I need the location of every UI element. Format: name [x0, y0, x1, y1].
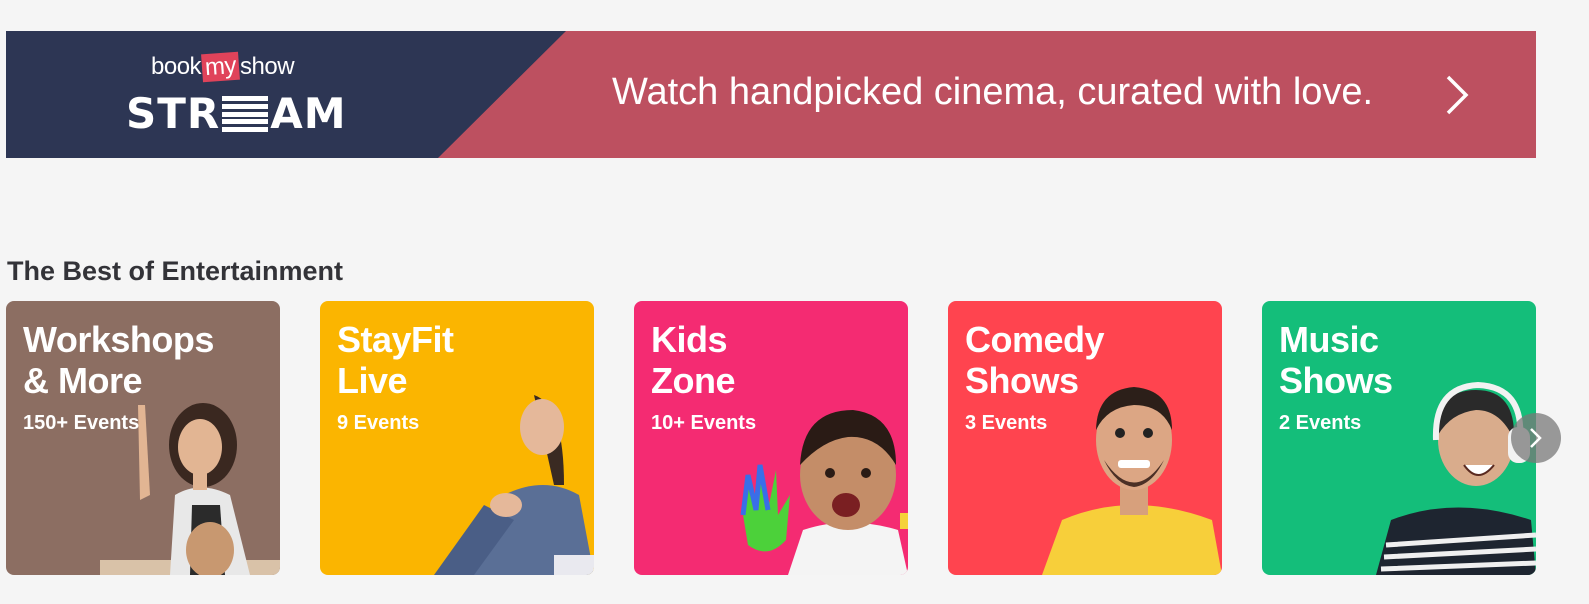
- card-workshops[interactable]: Workshops & More 150+ Events: [6, 301, 280, 575]
- chevron-right-icon[interactable]: [1438, 75, 1474, 115]
- striped-e-glyph: [222, 96, 269, 132]
- stream-promo-banner[interactable]: book my show STR AM Watch handpicked cinem…: [6, 31, 1536, 158]
- banner-tagline: Watch handpicked cinema, curated with lo…: [612, 71, 1374, 113]
- music-listener-image: [1376, 381, 1536, 575]
- carousel-next-button[interactable]: [1511, 413, 1561, 463]
- bookmyshow-stream-logo: book my show STR AM: [126, 51, 346, 146]
- card-event-count: 3 Events: [965, 412, 1048, 434]
- chevron-right-icon: [1530, 428, 1542, 448]
- card-comedy-shows[interactable]: Comedy Shows 3 Events: [948, 301, 1222, 575]
- bookmyshow-wordmark: book my show: [151, 51, 295, 83]
- card-kids-zone[interactable]: Kids Zone 10+ Events: [634, 301, 908, 575]
- card-event-count: 9 Events: [337, 412, 420, 434]
- card-music-shows[interactable]: Music Shows 2 Events: [1262, 301, 1536, 575]
- stream-wordmark: STR AM: [126, 89, 347, 138]
- workshop-person-image: [100, 403, 280, 575]
- fitness-person-image: [434, 395, 594, 575]
- section-title: The Best of Entertainment: [7, 256, 344, 286]
- comedian-image: [1042, 387, 1222, 575]
- card-stayfit[interactable]: StayFit Live 9 Events: [320, 301, 594, 575]
- card-event-count: 2 Events: [1279, 412, 1362, 434]
- kid-image: [740, 410, 908, 575]
